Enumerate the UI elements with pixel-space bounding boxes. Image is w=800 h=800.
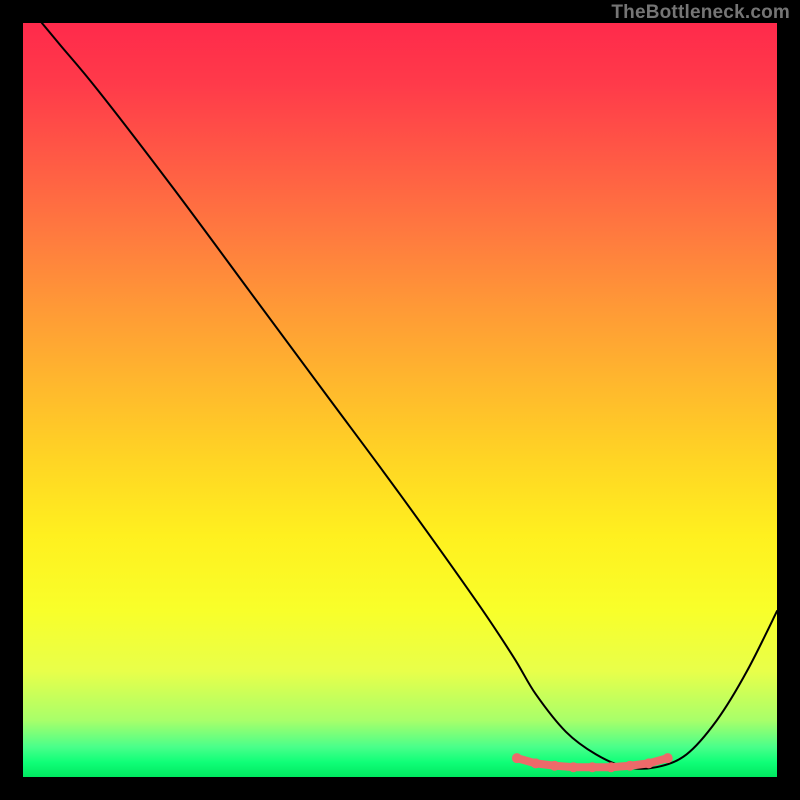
fit-range-dot [663,753,673,763]
watermark-text: TheBottleneck.com [611,2,790,24]
fit-range-dot [606,762,616,772]
fit-range-dot [531,758,541,768]
fit-range-dots [512,753,673,772]
fit-range-dot [512,753,522,763]
fit-range-dot [550,761,560,771]
dots-svg [23,23,777,777]
fit-range-dot [568,762,578,772]
fit-range-dot [644,758,654,768]
plot-area [23,23,777,777]
fit-range-dot [625,761,635,771]
chart-frame: TheBottleneck.com [0,0,800,800]
fit-range-dot [587,762,597,772]
